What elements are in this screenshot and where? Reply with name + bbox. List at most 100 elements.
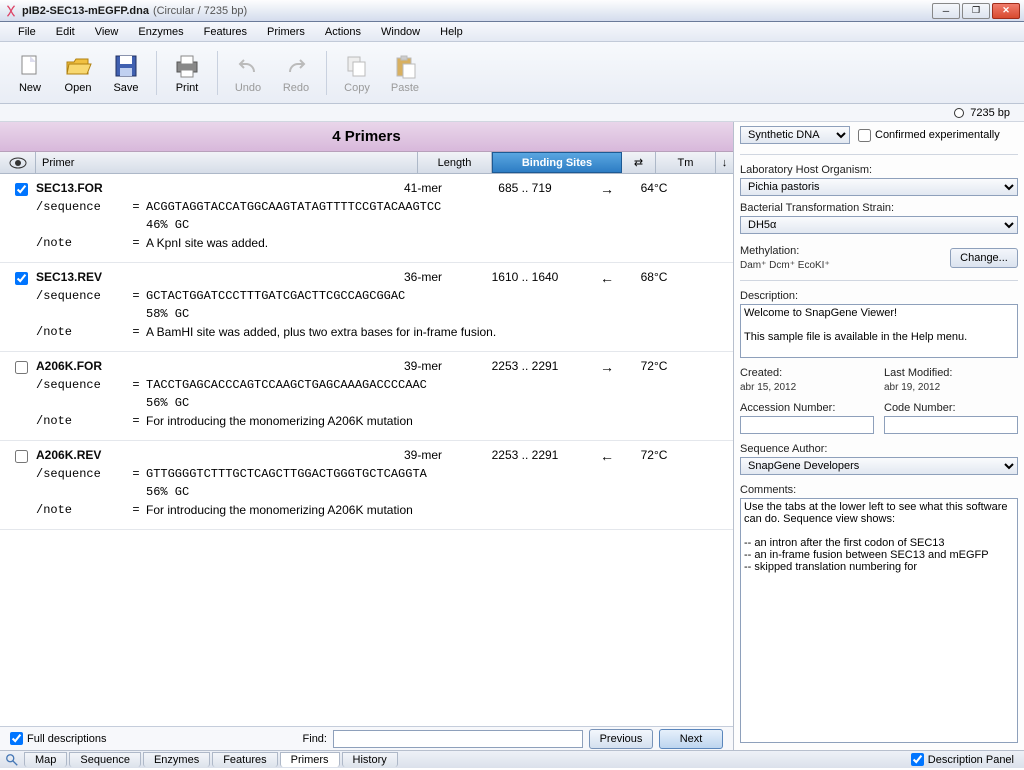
description-label: Description: [740,290,1018,302]
description-textarea[interactable] [740,304,1018,358]
save-button[interactable]: Save [102,49,150,97]
findbar: Full descriptions Find: Previous Next [0,726,733,750]
primer-tm: 72°C [624,448,684,462]
primer-name: SEC13.FOR [36,181,386,195]
tab-enzymes[interactable]: Enzymes [143,752,210,767]
menu-edit[interactable]: Edit [46,24,85,40]
infobar: 7235 bp [0,104,1024,122]
strain-select[interactable]: DH5α [740,216,1018,234]
description-panel-toggle[interactable]: Description Panel [911,753,1020,766]
primer-note: A KpnI site was added. [146,236,727,250]
comments-label: Comments: [740,484,1018,496]
close-button[interactable]: ✕ [992,3,1020,19]
molecule-type-select[interactable]: Synthetic DNA [740,126,850,144]
paste-icon [391,52,419,80]
find-label: Find: [303,733,327,745]
menu-primers[interactable]: Primers [257,24,315,40]
paste-button[interactable]: Paste [381,49,429,97]
primer-note: A BamHI site was added, plus two extra b… [146,325,727,339]
change-methylation-button[interactable]: Change... [950,248,1018,268]
accession-input[interactable] [740,416,874,434]
column-binding-sites[interactable]: Binding Sites [492,152,622,173]
window-title: pIB2-SEC13-mEGFP.dna [22,5,149,17]
new-icon [16,52,44,80]
column-length[interactable]: Length [418,152,492,173]
tab-history[interactable]: History [342,752,398,767]
find-input[interactable] [333,730,583,748]
column-visibility[interactable] [0,152,36,173]
column-header: Primer Length Binding Sites ⇄ Tm ↓ [0,152,733,174]
minimize-button[interactable]: ─ [932,3,960,19]
app-icon [4,4,18,18]
new-button[interactable]: New [6,49,54,97]
menu-enzymes[interactable]: Enzymes [128,24,193,40]
pane-header: 4 Primers [0,122,733,152]
open-icon [64,52,92,80]
primer-block[interactable]: A206K.FOR39-mer2253 .. 2291→72°C/sequenc… [0,352,733,441]
column-primer[interactable]: Primer [36,152,418,173]
undo-button[interactable]: Undo [224,49,272,97]
full-descriptions-label: Full descriptions [27,733,106,745]
tab-features[interactable]: Features [212,752,277,767]
author-label: Sequence Author: [740,443,1018,455]
created-value: abr 15, 2012 [740,382,796,393]
full-descriptions-checkbox[interactable] [10,732,23,745]
primer-direction-icon: → [590,359,624,375]
primer-length: 36-mer [386,270,460,284]
redo-button[interactable]: Redo [272,49,320,97]
confirmed-checkbox[interactable] [858,129,871,142]
primers-pane: 4 Primers Primer Length Binding Sites ⇄ … [0,122,734,750]
menu-features[interactable]: Features [194,24,257,40]
confirmed-checkbox-container[interactable]: Confirmed experimentally [858,129,1000,142]
code-label: Code Number: [884,402,1018,414]
methylation-value: Dam⁺ Dcm⁺ EcoKI⁺ [740,260,830,271]
print-button[interactable]: Print [163,49,211,97]
description-panel-checkbox[interactable] [911,753,924,766]
column-scroll[interactable]: ↓ [716,152,733,173]
tab-primers[interactable]: Primers [280,752,340,767]
author-select[interactable]: SnapGene Developers [740,457,1018,475]
primer-visible-checkbox[interactable] [15,272,28,285]
confirmed-label: Confirmed experimentally [875,129,1000,141]
redo-icon [282,52,310,80]
print-icon [173,52,201,80]
primer-block[interactable]: SEC13.FOR41-mer685 .. 719→64°C/sequence=… [0,174,733,263]
column-direction[interactable]: ⇄ [622,152,656,173]
primer-length: 41-mer [386,181,460,195]
maximize-button[interactable]: ❐ [962,3,990,19]
comments-textarea[interactable] [740,498,1018,743]
primer-sequence: GCTACTGGATCCCTTTGATCGACTTCGCCAGCGGAC [146,289,727,303]
copy-icon [343,52,371,80]
search-icon[interactable] [4,753,20,767]
primer-visible-checkbox[interactable] [15,361,28,374]
primer-binding: 685 .. 719 [460,181,590,195]
tab-sequence[interactable]: Sequence [69,752,141,767]
previous-button[interactable]: Previous [589,729,653,749]
primer-note: For introducing the monomerizing A206K m… [146,414,727,428]
code-input[interactable] [884,416,1018,434]
primer-gc: 46% GC [146,218,727,232]
column-tm[interactable]: Tm [656,152,716,173]
primer-sequence: GTTGGGGTCTTTGCTCAGCTTGGACTGGGTGCTCAGGTA [146,467,727,481]
next-button[interactable]: Next [659,729,723,749]
menu-view[interactable]: View [85,24,129,40]
host-select[interactable]: Pichia pastoris [740,178,1018,196]
primer-block[interactable]: A206K.REV39-mer2253 .. 2291←72°C/sequenc… [0,441,733,530]
modified-value: abr 19, 2012 [884,382,940,393]
primer-tm: 64°C [624,181,684,195]
save-icon [112,52,140,80]
tab-map[interactable]: Map [24,752,67,767]
modified-label: Last Modified: [884,367,1018,379]
primer-visible-checkbox[interactable] [15,183,28,196]
menu-actions[interactable]: Actions [315,24,371,40]
menu-window[interactable]: Window [371,24,430,40]
open-button[interactable]: Open [54,49,102,97]
sequence-length: 7235 bp [970,107,1010,119]
menu-help[interactable]: Help [430,24,473,40]
primer-visible-checkbox[interactable] [15,450,28,463]
primer-length: 39-mer [386,359,460,373]
menu-file[interactable]: File [8,24,46,40]
primer-block[interactable]: SEC13.REV36-mer1610 .. 1640←68°C/sequenc… [0,263,733,352]
primer-tm: 68°C [624,270,684,284]
copy-button[interactable]: Copy [333,49,381,97]
